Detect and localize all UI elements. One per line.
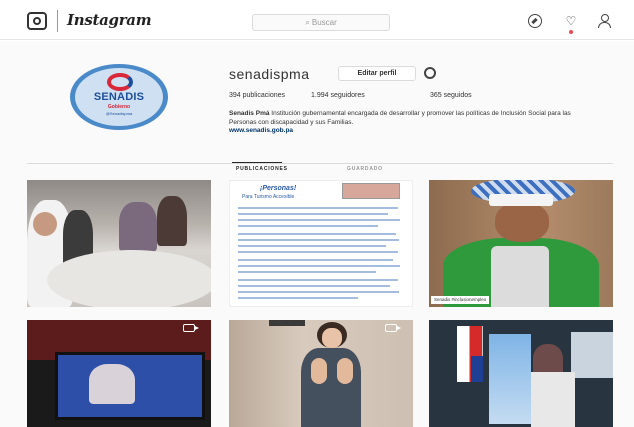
doc-line xyxy=(238,259,393,261)
senadis-logo-icon xyxy=(107,73,133,91)
doc-image xyxy=(342,183,400,199)
compass-icon[interactable] xyxy=(528,14,542,28)
search-icon: ⌕ xyxy=(305,18,312,27)
doc-line xyxy=(238,213,388,215)
woman-body xyxy=(301,348,361,427)
video-icon xyxy=(183,324,199,332)
doc-line xyxy=(238,225,378,227)
avatar-logo-handle: @Senadispma xyxy=(105,111,133,116)
doc-line xyxy=(238,239,399,241)
profile-username: senadispma xyxy=(229,66,310,82)
doc-subtitle: Para Turismo Accesible xyxy=(242,194,295,200)
doc-line xyxy=(238,271,376,273)
doc-line xyxy=(238,251,398,253)
podium xyxy=(531,372,575,427)
doc-line xyxy=(238,291,399,293)
search-placeholder: Buscar xyxy=(311,18,337,27)
round-table xyxy=(47,250,211,307)
top-nav: Instagram ⌕ Buscar ♡ xyxy=(0,0,634,40)
post-thumbnail-sign-language[interactable] xyxy=(27,320,211,427)
avatar-logo-name: SENADIS xyxy=(93,91,145,103)
doc-line xyxy=(238,285,390,287)
instagram-logo[interactable]: Instagram xyxy=(67,11,152,29)
post-thumbnail-document[interactable]: ¡Personas! Para Turismo Accesible xyxy=(229,180,413,307)
doc-line xyxy=(238,245,386,247)
search-input[interactable]: ⌕ Buscar xyxy=(252,14,390,31)
profile-bio: Senadis Pmá Institución gubernamental en… xyxy=(229,109,599,127)
doc-line xyxy=(238,265,400,267)
post-thumbnail-woman-signing[interactable] xyxy=(229,320,413,427)
person-shape xyxy=(157,196,187,246)
chef-hat-band xyxy=(489,194,553,206)
person-shape xyxy=(33,212,57,236)
tab-posts[interactable]: PUBLICACIONES xyxy=(236,166,288,172)
profile-avatar[interactable]: SENADIS Gobierno @Senadispma xyxy=(70,64,168,130)
doc-line xyxy=(238,207,398,209)
person-shape xyxy=(119,202,157,252)
video-icon xyxy=(385,324,401,332)
woman-face xyxy=(322,328,342,348)
post-thumbnail-meeting[interactable] xyxy=(27,180,211,307)
notification-dot xyxy=(569,30,573,34)
doc-line xyxy=(238,219,400,221)
camera-icon[interactable] xyxy=(27,12,47,30)
bio-text: Institución gubernamental encargada de d… xyxy=(229,110,571,126)
doc-line xyxy=(238,297,358,299)
doc-line xyxy=(238,279,398,281)
chef-caption: Senadis #inclusionempleo xyxy=(431,296,490,304)
bio-name: Senadis Pmá xyxy=(229,110,270,117)
active-tab-indicator xyxy=(232,162,282,163)
avatar-logo-sub: Gobierno xyxy=(107,104,131,110)
edit-profile-button[interactable]: Editar perfil xyxy=(338,66,416,81)
followers-count[interactable]: 1.994 seguidores xyxy=(311,92,365,99)
doc-line xyxy=(238,233,396,235)
ceiling-fixture xyxy=(269,320,305,326)
panama-flag xyxy=(457,326,483,382)
heart-icon[interactable]: ♡ xyxy=(564,14,578,28)
tab-saved[interactable]: GUARDADO xyxy=(347,166,383,172)
posts-count: 394 publicaciones xyxy=(229,92,286,99)
chef-face xyxy=(495,202,549,242)
user-icon[interactable] xyxy=(597,14,611,28)
interpreter-figure xyxy=(89,364,135,404)
doc-title: ¡Personas! xyxy=(260,185,297,192)
post-thumbnail-chef[interactable]: Senadis #inclusionempleo xyxy=(429,180,613,307)
following-count[interactable]: 365 seguidos xyxy=(430,92,472,99)
woman-arm xyxy=(311,358,327,384)
banner xyxy=(489,334,531,424)
chef-apron xyxy=(491,246,549,307)
post-thumbnail-podium[interactable] xyxy=(429,320,613,427)
screen xyxy=(571,332,613,378)
woman-arm xyxy=(337,358,353,384)
tabs-divider xyxy=(27,163,613,164)
gear-icon[interactable] xyxy=(424,67,436,79)
nav-divider xyxy=(57,10,58,32)
bio-website-link[interactable]: www.senadis.gob.pa xyxy=(229,127,293,134)
